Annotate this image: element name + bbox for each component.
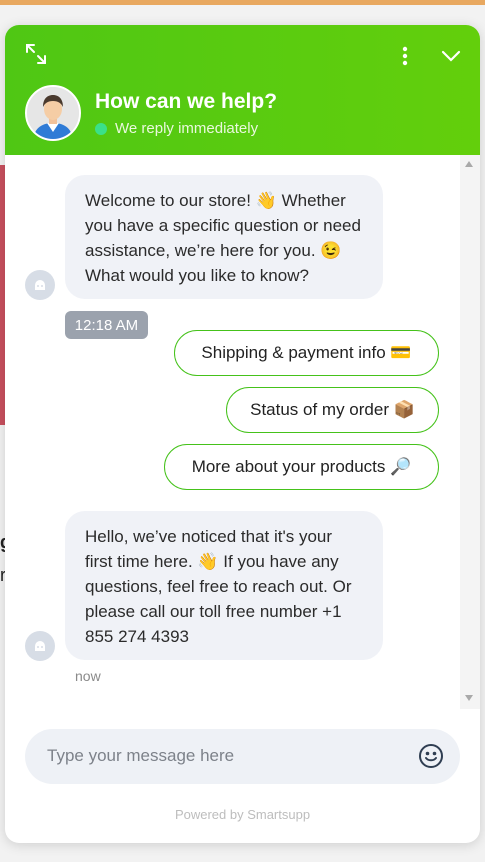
chevron-down-icon[interactable] <box>440 45 462 67</box>
chat-header: How can we help? We reply immediately <box>5 25 480 155</box>
time-badge: 12:18 AM <box>65 311 148 339</box>
quick-reply-order-status[interactable]: Status of my order 📦 <box>226 387 439 433</box>
online-dot-icon <box>95 122 107 135</box>
page-top-bar <box>0 0 485 5</box>
quick-reply-products[interactable]: More about your products 🔎 <box>164 444 439 490</box>
header-title: How can we help? <box>95 90 278 113</box>
scrollbar[interactable] <box>460 155 480 709</box>
bot-message: Hello, we’ve noticed that it's your firs… <box>65 511 383 660</box>
scroll-down-icon[interactable] <box>465 695 473 701</box>
more-vertical-icon[interactable] <box>395 45 415 67</box>
message-input[interactable] <box>45 745 399 767</box>
smile-icon[interactable] <box>418 743 444 769</box>
chat-bot-icon <box>25 631 55 661</box>
status-text: We reply immediately <box>115 120 259 137</box>
message-timestamp: now <box>75 668 101 684</box>
powered-by[interactable]: Powered by Smartsupp <box>5 807 480 822</box>
chat-bot-icon <box>25 270 55 300</box>
online-status: We reply immediately <box>95 120 258 137</box>
expand-icon[interactable] <box>25 43 47 65</box>
composer <box>25 729 460 784</box>
agent-avatar <box>25 85 81 141</box>
chat-widget: How can we help? We reply immediately We… <box>5 25 480 843</box>
quick-reply-shipping[interactable]: Shipping & payment info 💳 <box>174 330 439 376</box>
scroll-up-icon[interactable] <box>465 161 473 167</box>
bot-message: Welcome to our store! 👋 Whether you have… <box>65 175 383 299</box>
